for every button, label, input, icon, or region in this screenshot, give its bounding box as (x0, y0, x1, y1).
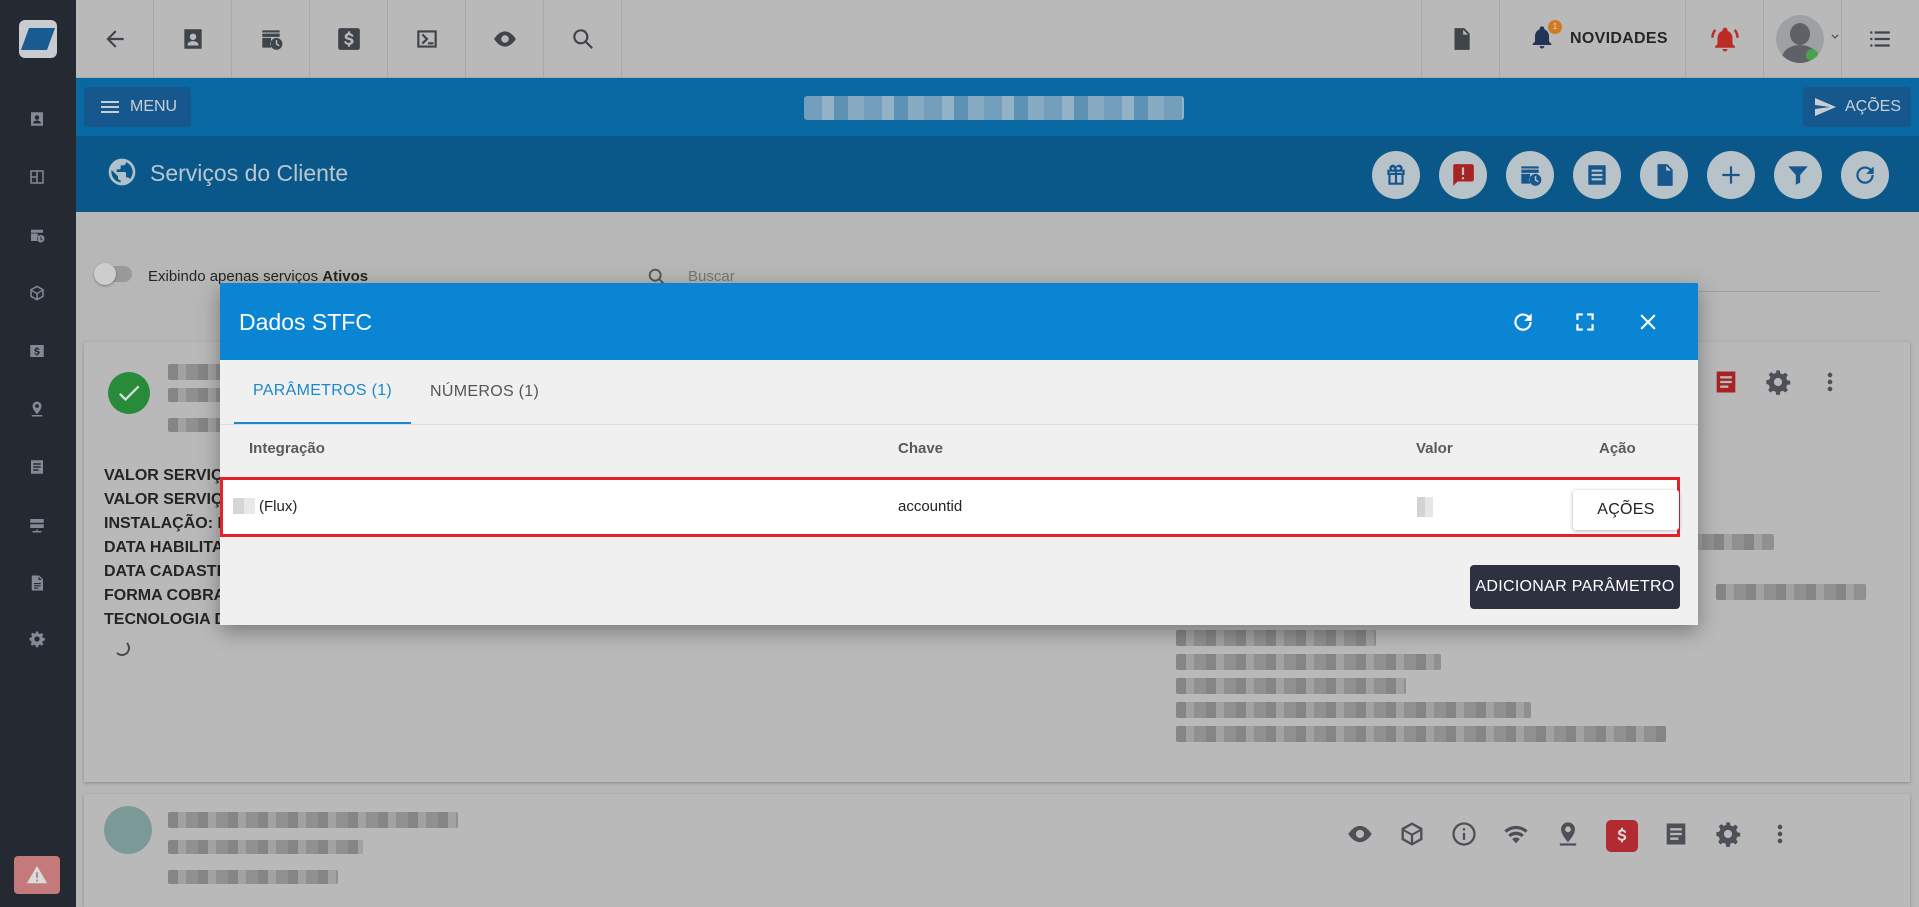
cell-chave: accountid (898, 498, 963, 515)
dialog-refresh-button[interactable] (1505, 304, 1541, 340)
column-header-acao: Ação (1599, 440, 1636, 457)
dialog-title: Dados STFC (239, 309, 372, 335)
tab-parametros[interactable]: PARÂMETROS (1) (234, 360, 412, 424)
dialog-header: Dados STFC (220, 283, 1698, 360)
dialog-fullscreen-button[interactable] (1567, 304, 1603, 340)
cell-integracao: (Flux) (233, 498, 297, 515)
column-header-valor: Valor (1416, 440, 1453, 457)
table-row: (Flux) accountid AÇÕES (220, 477, 1680, 537)
dialog-tabs: PARÂMETROS (1) NÚMEROS (1) (234, 360, 558, 424)
dialog-close-button[interactable] (1630, 304, 1666, 340)
divider (220, 424, 1698, 425)
refresh-icon (1514, 313, 1532, 331)
redacted-text (233, 498, 255, 514)
stfc-data-dialog: Dados STFC PARÂMETROS (1) NÚMEROS (1) In… (220, 283, 1698, 625)
close-icon (1640, 314, 1656, 330)
column-header-chave: Chave (898, 440, 944, 457)
column-header-integracao: Integração (249, 440, 325, 457)
add-parameter-button[interactable]: ADICIONAR PARÂMETRO (1470, 565, 1680, 609)
fullscreen-icon (1576, 313, 1594, 331)
cell-valor-redacted (1417, 497, 1433, 517)
tab-numeros[interactable]: NÚMEROS (1) (411, 360, 558, 424)
row-actions-button[interactable]: AÇÕES (1573, 490, 1679, 530)
